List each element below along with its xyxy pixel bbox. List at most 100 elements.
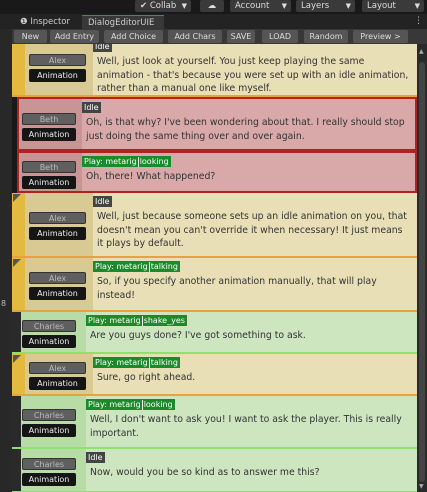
collab-dropdown[interactable]: ✔ Collab ▼ — [135, 0, 191, 12]
chevron-down-icon: ▼ — [181, 2, 187, 10]
dialog-text[interactable]: Well, I don't want to ask you! I want to… — [90, 413, 409, 440]
cloud-button[interactable]: ☁ — [200, 0, 224, 12]
layers-dropdown[interactable]: Layers ▼ — [296, 0, 355, 12]
toolbar-button-load[interactable]: LOAD — [262, 30, 298, 43]
entry-content: Idle Well, just because someone sets up … — [93, 193, 417, 256]
dialog-text[interactable]: Oh, is that why? I've been wondering abo… — [86, 116, 407, 143]
entry-content: Play: metarig talking So, if you specify … — [93, 258, 417, 310]
animation-tag[interactable]: Idle — [93, 44, 112, 52]
animation-button[interactable]: Animation — [29, 376, 86, 390]
speaker-column: Charles Animation — [21, 312, 86, 352]
toolbar-button-random[interactable]: Random — [304, 30, 348, 43]
scrollbar[interactable]: ▲ ▼ — [417, 44, 427, 492]
speaker-column: Beth Animation — [19, 153, 82, 191]
dialog-entry[interactable]: Alex Animation Play: metarig talking Sure,… — [12, 354, 417, 396]
speaker-name-button[interactable]: Alex — [29, 54, 86, 66]
entry-content: Idle Now, would you be so kind as to ans… — [86, 449, 417, 491]
speaker-column: Charles Animation — [21, 396, 86, 447]
animation-tag[interactable]: Play: metarig looking — [82, 156, 171, 167]
entry-accent-bar — [12, 396, 21, 447]
entry-content: Play: metarig shake_yes Are you guys done… — [86, 312, 417, 352]
entry-content: Play: metarig talking Sure, go right ahea… — [93, 354, 417, 394]
layout-dropdown[interactable]: Layout ▼ — [362, 0, 424, 12]
dialog-entry[interactable]: Alex Animation Idle Well, just look at yo… — [12, 44, 417, 97]
scrollbar-thumb[interactable] — [419, 62, 425, 482]
dialog-entry-list: Alex Animation Idle Well, just look at yo… — [12, 44, 417, 492]
animation-tag[interactable]: Idle — [82, 102, 101, 113]
top-bar: ✔ Collab ▼ ☁ Account ▼ Layers ▼ Layout ▼ — [0, 0, 427, 14]
cloud-icon: ☁ — [207, 1, 217, 11]
dialog-entry[interactable]: Beth Animation Idle Oh, is that why? I've… — [17, 97, 417, 151]
speaker-name-button[interactable]: Alex — [29, 212, 86, 224]
scroll-up-icon[interactable]: ▲ — [419, 48, 424, 55]
side-number: 8 — [1, 299, 7, 308]
dialog-entry[interactable]: Alex Animation Idle Well, just because so… — [12, 193, 417, 258]
animation-tag[interactable]: Play: metarig shake_yes — [86, 315, 187, 326]
flag-icon — [13, 259, 21, 267]
dialog-text[interactable]: Are you guys done? I've got something to… — [90, 329, 409, 343]
animation-button[interactable]: Animation — [29, 69, 86, 82]
entry-accent-bar — [12, 449, 21, 491]
animation-button[interactable]: Animation — [22, 424, 76, 437]
dialog-text[interactable]: Sure, go right ahead. — [97, 371, 409, 385]
dialog-entry[interactable]: Charles Animation Play: metarig shake_yes … — [12, 312, 417, 354]
speaker-name-button[interactable]: Beth — [22, 112, 76, 125]
speaker-column: Alex Animation — [25, 354, 93, 394]
speaker-name-button[interactable]: Alex — [29, 361, 86, 374]
chevron-down-icon: ▼ — [414, 2, 420, 10]
animation-tag[interactable]: Play: metarig talking — [93, 357, 180, 368]
scroll-down-icon[interactable]: ▼ — [419, 483, 424, 490]
animation-button[interactable]: Animation — [22, 334, 76, 348]
dialog-entry[interactable]: Charles Animation Idle Now, would you be … — [12, 449, 417, 492]
entry-content: Idle Oh, is that why? I've been wonderin… — [82, 99, 415, 149]
entry-accent-bar — [12, 44, 25, 95]
more-options-icon[interactable]: ⋮ — [414, 16, 423, 26]
toolbar-button-add-choice[interactable]: Add Choice — [104, 30, 163, 43]
flag-icon — [13, 194, 21, 202]
speaker-name-button[interactable]: Charles — [22, 409, 76, 421]
toolbar-button-add-chars[interactable]: Add Chars — [168, 30, 222, 43]
scene-view-edge: 8 — [0, 29, 12, 492]
animation-tag[interactable]: Play: metarig looking — [86, 399, 175, 410]
dialog-text[interactable]: So, if you specify another animation man… — [97, 275, 409, 302]
info-icon: ❶ — [20, 17, 28, 27]
dialog-entry[interactable]: Beth Animation Play: metarig looking Oh, t… — [17, 151, 417, 193]
tab-bar: ❶ Inspector DialogEditorUIE ⋮ — [0, 14, 427, 29]
speaker-name-button[interactable]: Charles — [22, 319, 76, 332]
dialog-text[interactable]: Oh, there! What happened? — [86, 170, 407, 184]
flag-icon — [13, 355, 21, 363]
dialog-entry[interactable]: Alex Animation Play: metarig talking So, i… — [12, 258, 417, 312]
speaker-name-button[interactable]: Charles — [22, 457, 76, 470]
speaker-column: Alex Animation — [25, 193, 93, 256]
tab-inspector[interactable]: ❶ Inspector — [14, 15, 76, 29]
speaker-column: Alex Animation — [25, 258, 93, 310]
animation-button[interactable]: Animation — [22, 175, 76, 189]
animation-tag[interactable]: Play: metarig talking — [93, 261, 180, 272]
tab-dialog-editor[interactable]: DialogEditorUIE — [82, 15, 164, 29]
toolbar-button-add-entry[interactable]: Add Entry — [50, 30, 99, 43]
toolbar-button-preview[interactable]: Preview > — [353, 30, 408, 43]
dialog-text[interactable]: Well, just because someone sets up an id… — [97, 210, 409, 251]
toolbar-button-new[interactable]: New — [14, 30, 47, 43]
editor-toolbar: New Add Entry Add Choice Add Chars SAVE LOAD R… — [12, 29, 427, 44]
animation-button[interactable]: Animation — [29, 286, 86, 300]
animation-tag[interactable]: Idle — [86, 452, 105, 463]
account-dropdown[interactable]: Account ▼ — [230, 0, 291, 12]
animation-button[interactable]: Animation — [29, 227, 86, 240]
toolbar-button-save[interactable]: SAVE — [227, 30, 255, 43]
speaker-name-button[interactable]: Beth — [22, 160, 76, 173]
chevron-down-icon: ▼ — [281, 2, 287, 10]
dialog-entry[interactable]: Charles Animation Play: metarig looking We… — [12, 396, 417, 449]
entry-content: Play: metarig looking Oh, there! What hap… — [82, 153, 415, 191]
speaker-column: Beth Animation — [19, 99, 82, 149]
entry-accent-bar — [12, 193, 25, 256]
entry-accent-bar — [12, 312, 21, 352]
animation-button[interactable]: Animation — [22, 472, 76, 486]
dialog-text[interactable]: Now, would you be so kind as to answer m… — [90, 466, 409, 480]
animation-button[interactable]: Animation — [22, 127, 76, 141]
entry-content: Play: metarig looking Well, I don't want … — [86, 396, 417, 447]
speaker-name-button[interactable]: Alex — [29, 271, 86, 284]
dialog-text[interactable]: Well, just look at yourself. You just ke… — [97, 55, 409, 96]
animation-tag[interactable]: Idle — [93, 196, 112, 207]
chevron-down-icon: ▼ — [345, 2, 351, 10]
